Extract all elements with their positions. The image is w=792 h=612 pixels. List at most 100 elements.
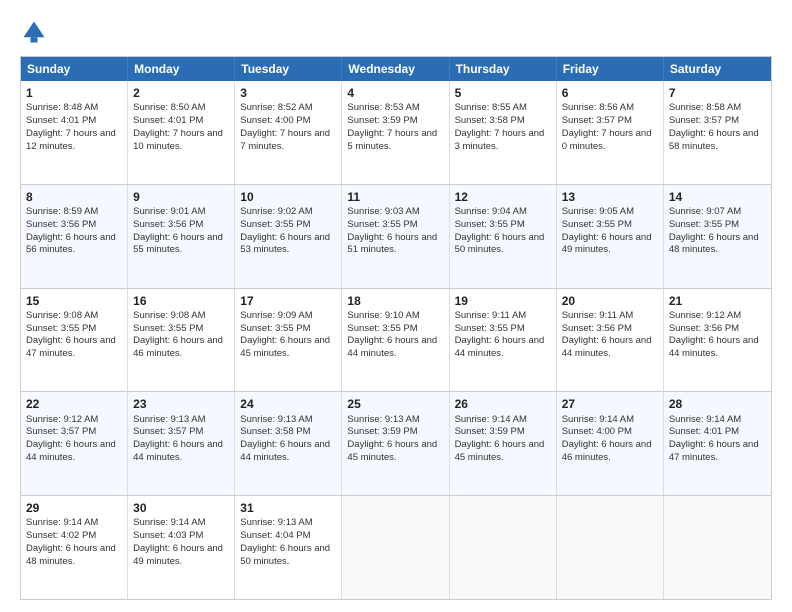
- sunset-text: Sunset: 3:55 PM: [562, 219, 632, 230]
- day-number: 19: [455, 293, 551, 309]
- sunrise-text: Sunrise: 9:12 AM: [669, 310, 741, 321]
- day-number: 31: [240, 500, 336, 516]
- daylight-text: Daylight: 6 hours and 46 minutes.: [562, 439, 652, 463]
- day-cell-13: 13Sunrise: 9:05 AMSunset: 3:55 PMDayligh…: [557, 185, 664, 288]
- day-cell-19: 19Sunrise: 9:11 AMSunset: 3:55 PMDayligh…: [450, 289, 557, 392]
- sunset-text: Sunset: 3:55 PM: [240, 219, 310, 230]
- sunrise-text: Sunrise: 9:04 AM: [455, 206, 527, 217]
- day-cell-23: 23 Sunrise: 9:13 AMSunset: 3:57 PM Dayligh…: [128, 392, 235, 495]
- logo: [20, 18, 52, 46]
- day-cell-30: 30Sunrise: 9:14 AMSunset: 4:03 PMDayligh…: [128, 496, 235, 599]
- day-cell-14: 14Sunrise: 9:07 AMSunset: 3:55 PMDayligh…: [664, 185, 771, 288]
- daylight-text: Daylight: 6 hours and 47 minutes.: [669, 439, 759, 463]
- day-cell-1: 1Sunrise: 8:48 AM Sunset: 4:01 PM Daylight…: [21, 81, 128, 184]
- day-cell-3: 3Sunrise: 8:52 AMSunset: 4:00 PMDaylight…: [235, 81, 342, 184]
- day-cell-29: 29Sunrise: 9:14 AMSunset: 4:02 PMDayligh…: [21, 496, 128, 599]
- sunrise-text: Sunrise: 9:05 AM: [562, 206, 634, 217]
- day-cell-21: 21Sunrise: 9:12 AMSunset: 3:56 PMDayligh…: [664, 289, 771, 392]
- sunset-text: Sunset: 3:55 PM: [455, 219, 525, 230]
- day-number: 24: [240, 396, 336, 412]
- day-number: 7: [669, 85, 766, 101]
- day-number: 15: [26, 293, 122, 309]
- day-number: 8: [26, 189, 122, 205]
- sunset-text: Sunset: 3:55 PM: [133, 323, 203, 334]
- day-number: 18: [347, 293, 443, 309]
- sunrise-text: Sunrise: 8:58 AM: [669, 102, 741, 113]
- day-cell-9: 9Sunrise: 9:01 AMSunset: 3:56 PMDaylight…: [128, 185, 235, 288]
- calendar-row-2: 8Sunrise: 8:59 AMSunset: 3:56 PMDaylight…: [21, 184, 771, 288]
- empty-cell: [342, 496, 449, 599]
- day-cell-4: 4Sunrise: 8:53 AMSunset: 3:59 PMDaylight…: [342, 81, 449, 184]
- sunset-text: Sunset: 3:57 PM: [26, 426, 96, 437]
- sunrise-text: Sunrise: 9:13 AM: [133, 414, 205, 425]
- calendar-row-4: 22Sunrise: 9:12 AMSunset: 3:57 PMDayligh…: [21, 391, 771, 495]
- sunrise-text: Sunrise: 9:13 AM: [240, 414, 312, 425]
- daylight-text: Daylight: 7 hours and 5 minutes.: [347, 128, 437, 152]
- day-number: 1: [26, 85, 122, 101]
- day-number: 14: [669, 189, 766, 205]
- daylight-text: Daylight: 6 hours and 56 minutes.: [26, 232, 116, 256]
- daylight-text: Daylight: 7 hours and 0 minutes.: [562, 128, 652, 152]
- calendar-row-3: 15Sunrise: 9:08 AMSunset: 3:55 PMDayligh…: [21, 288, 771, 392]
- sunset-text: Sunset: 3:57 PM: [133, 426, 203, 437]
- day-number: 16: [133, 293, 229, 309]
- day-number: 27: [562, 396, 658, 412]
- day-number: 6: [562, 85, 658, 101]
- daylight-text: Daylight: 7 hours and 10 minutes.: [133, 128, 223, 152]
- day-cell-26: 26Sunrise: 9:14 AMSunset: 3:59 PMDayligh…: [450, 392, 557, 495]
- sunrise-text: Sunrise: 9:10 AM: [347, 310, 419, 321]
- daylight-text: Daylight: 7 hours and 12 minutes.: [26, 128, 116, 152]
- daylight-text: Daylight: 6 hours and 58 minutes.: [669, 128, 759, 152]
- sunset-text: Sunset: 3:59 PM: [455, 426, 525, 437]
- sunset-text: Sunset: 4:01 PM: [133, 115, 203, 126]
- sunset-text: Sunset: 3:57 PM: [562, 115, 632, 126]
- logo-icon: [20, 18, 48, 46]
- daylight-text: Daylight: 6 hours and 45 minutes.: [347, 439, 437, 463]
- sunset-text: Sunset: 3:55 PM: [347, 219, 417, 230]
- day-cell-17: 17Sunrise: 9:09 AMSunset: 3:55 PMDayligh…: [235, 289, 342, 392]
- empty-cell: [557, 496, 664, 599]
- header-day-monday: Monday: [128, 57, 235, 81]
- daylight-text: Daylight: 6 hours and 44 minutes.: [133, 439, 223, 463]
- sunrise-text: Sunrise: 8:56 AM: [562, 102, 634, 113]
- sunset-text: Sunset: 3:57 PM: [669, 115, 739, 126]
- sunrise-text: Sunrise: 8:48 AM: [26, 102, 98, 113]
- day-number: 12: [455, 189, 551, 205]
- header-day-thursday: Thursday: [450, 57, 557, 81]
- day-number: 3: [240, 85, 336, 101]
- sunset-text: Sunset: 4:01 PM: [669, 426, 739, 437]
- sunrise-text: Sunrise: 9:09 AM: [240, 310, 312, 321]
- daylight-text: Daylight: 6 hours and 47 minutes.: [26, 335, 116, 359]
- daylight-text: Daylight: 6 hours and 53 minutes.: [240, 232, 330, 256]
- header-day-wednesday: Wednesday: [342, 57, 449, 81]
- day-cell-6: 6Sunrise: 8:56 AM Sunset: 3:57 PM Daylight…: [557, 81, 664, 184]
- sunset-text: Sunset: 3:56 PM: [669, 323, 739, 334]
- header: [20, 18, 772, 46]
- day-cell-12: 12Sunrise: 9:04 AMSunset: 3:55 PMDayligh…: [450, 185, 557, 288]
- day-cell-10: 10Sunrise: 9:02 AM Sunset: 3:55 PM Dayligh…: [235, 185, 342, 288]
- daylight-text: Daylight: 6 hours and 49 minutes.: [133, 543, 223, 567]
- day-number: 10: [240, 189, 336, 205]
- daylight-text: Daylight: 6 hours and 44 minutes.: [347, 335, 437, 359]
- day-number: 23: [133, 396, 229, 412]
- sunset-text: Sunset: 4:02 PM: [26, 530, 96, 541]
- day-number: 26: [455, 396, 551, 412]
- header-day-friday: Friday: [557, 57, 664, 81]
- day-number: 17: [240, 293, 336, 309]
- sunset-text: Sunset: 3:56 PM: [133, 219, 203, 230]
- calendar-header: SundayMondayTuesdayWednesdayThursdayFrid…: [21, 57, 771, 81]
- day-number: 25: [347, 396, 443, 412]
- sunrise-text: Sunrise: 9:14 AM: [562, 414, 634, 425]
- calendar-body: 1Sunrise: 8:48 AM Sunset: 4:01 PM Daylight…: [21, 81, 771, 599]
- day-number: 11: [347, 189, 443, 205]
- daylight-text: Daylight: 6 hours and 44 minutes.: [669, 335, 759, 359]
- sunrise-text: Sunrise: 8:52 AM: [240, 102, 312, 113]
- sunset-text: Sunset: 4:01 PM: [26, 115, 96, 126]
- day-number: 28: [669, 396, 766, 412]
- daylight-text: Daylight: 6 hours and 51 minutes.: [347, 232, 437, 256]
- day-number: 4: [347, 85, 443, 101]
- sunset-text: Sunset: 3:59 PM: [347, 115, 417, 126]
- daylight-text: Daylight: 6 hours and 48 minutes.: [669, 232, 759, 256]
- daylight-text: Daylight: 6 hours and 55 minutes.: [133, 232, 223, 256]
- sunrise-text: Sunrise: 9:02 AM: [240, 206, 312, 217]
